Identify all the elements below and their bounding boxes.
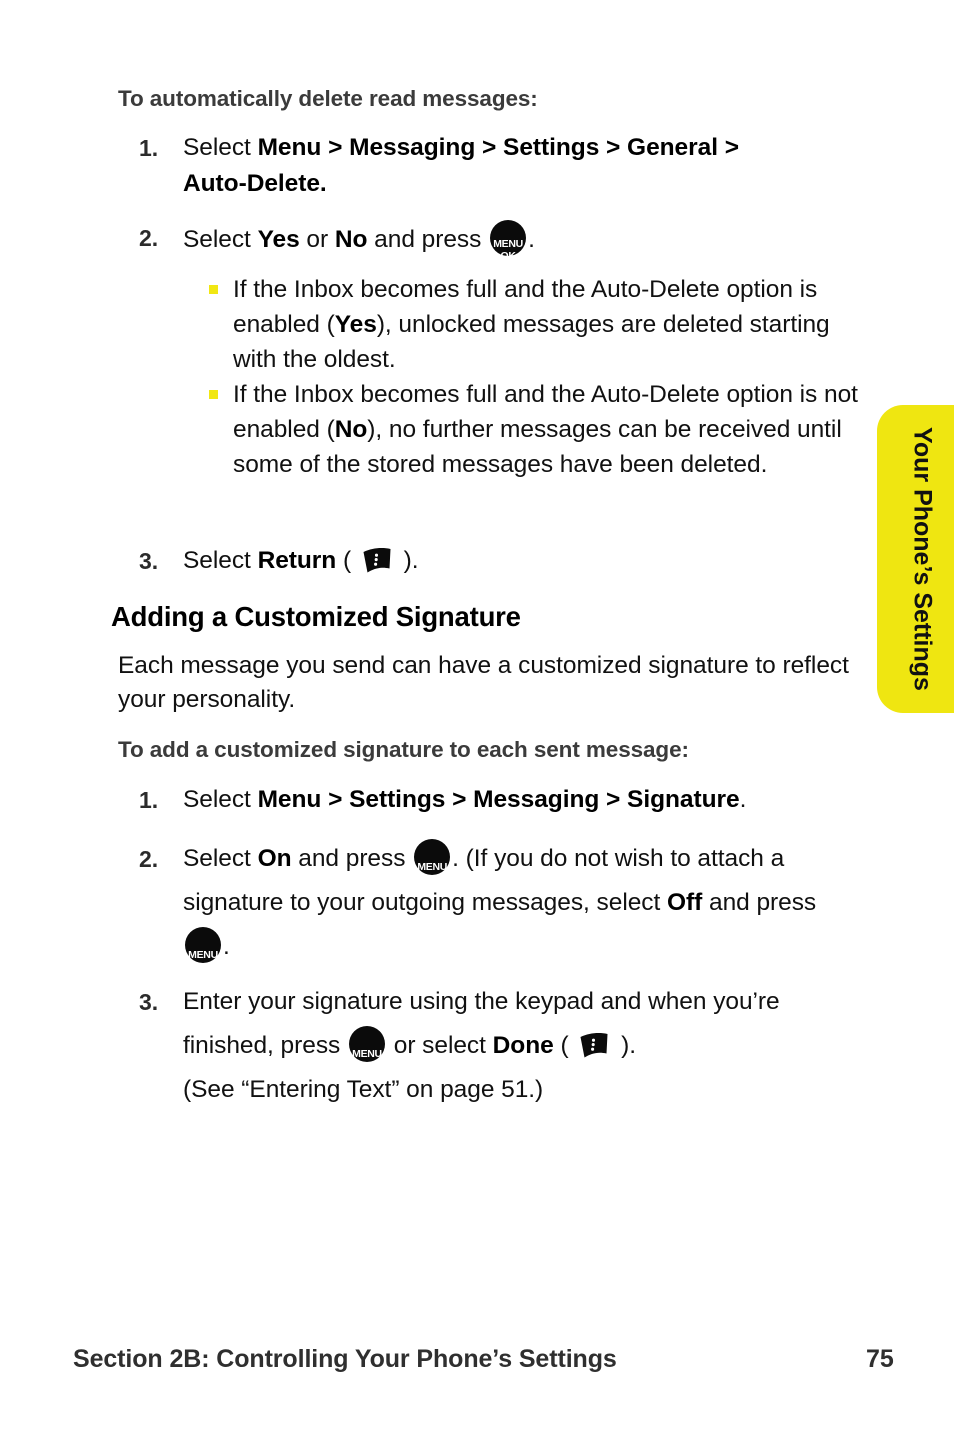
text-run: Select Menu > Settings > Messaging > Sig… bbox=[183, 786, 747, 813]
step-number: 3. bbox=[139, 989, 159, 1015]
step-signature-3: 3. Enter your signature using the keypad… bbox=[139, 980, 861, 1112]
section-heading-adding-signature: Adding a Customized Signature bbox=[111, 601, 521, 632]
step-auto-delete-3: 3. Select Return ( ). bbox=[139, 543, 603, 579]
menu-ok-key-icon: MENU OK bbox=[414, 839, 451, 885]
step-text: Select Menu > Messaging > Settings > Gen… bbox=[183, 134, 739, 197]
bullet-text: If the Inbox becomes full and the Auto-D… bbox=[233, 276, 830, 373]
step-text: Select On and press MENU OK. (If you do n… bbox=[183, 839, 816, 973]
step-text: Select Return ( ). bbox=[183, 546, 419, 576]
bullet-text: If the Inbox becomes full and the Auto-D… bbox=[233, 381, 858, 478]
step-text: Select Yes or No and press MENU OK. bbox=[183, 220, 535, 262]
step-signature-1: 1. Select Menu > Settings > Messaging > … bbox=[139, 782, 803, 818]
step-signature-2: 2. Select On and press MENU OK. (If you d… bbox=[139, 837, 861, 973]
subhead-auto-delete: To automatically delete read messages: bbox=[118, 86, 538, 111]
menu-ok-key-icon: MENU OK bbox=[185, 927, 221, 973]
step-text: Select Menu > Settings > Messaging > Sig… bbox=[183, 786, 746, 813]
menu-ok-key-icon: MENU OK bbox=[348, 1026, 385, 1072]
softkey-icon bbox=[360, 546, 394, 576]
menu-ok-label-bottom: OK bbox=[359, 1060, 375, 1072]
side-thumb-tab: Your Phone’s Settings bbox=[877, 405, 954, 713]
step-text: Enter your signature using the keypad an… bbox=[183, 988, 780, 1103]
text-run: If the Inbox becomes full and the Auto-D… bbox=[233, 381, 858, 478]
text-run: If the Inbox becomes full and the Auto-D… bbox=[233, 276, 830, 373]
step-auto-delete-2: 2. Select Yes or No and press MENU OK. bbox=[139, 220, 803, 262]
text-run: or select Done ( bbox=[386, 1032, 576, 1059]
footer-section-title: Section 2B: Controlling Your Phone’s Set… bbox=[73, 1345, 617, 1373]
menu-ok-key-icon: MENU OK bbox=[490, 220, 527, 262]
text-run: . bbox=[528, 226, 535, 253]
bullet-auto-delete-2: If the Inbox becomes full and the Auto-D… bbox=[209, 377, 865, 482]
footer-page-number: 75 bbox=[866, 1345, 894, 1373]
text-run: Select Menu > Messaging > Settings > Gen… bbox=[183, 134, 739, 197]
step-number: 3. bbox=[139, 548, 159, 574]
document-page: Your Phone’s Settings To automatically d… bbox=[0, 0, 954, 1431]
text-run: Select Yes or No and press bbox=[183, 226, 489, 253]
step-number: 2. bbox=[139, 846, 159, 872]
bullet-auto-delete-1: If the Inbox becomes full and the Auto-D… bbox=[209, 272, 863, 377]
text-run: . bbox=[223, 933, 230, 960]
step-number: 1. bbox=[139, 787, 159, 813]
step-number: 2. bbox=[139, 225, 159, 251]
text-run: ). bbox=[396, 547, 419, 574]
text-run: Select On and press bbox=[183, 845, 413, 872]
step-number: 1. bbox=[139, 135, 159, 161]
subhead-add-signature: To add a customized signature to each se… bbox=[118, 737, 689, 762]
softkey-icon bbox=[577, 1031, 611, 1061]
square-bullet-icon bbox=[209, 390, 218, 399]
paragraph-signature-intro: Each message you send can have a customi… bbox=[118, 652, 849, 713]
text-run: Select Return ( bbox=[183, 547, 358, 574]
side-tab-label: Your Phone’s Settings bbox=[908, 427, 937, 691]
menu-ok-label-bottom: OK bbox=[500, 250, 516, 262]
square-bullet-icon bbox=[209, 285, 218, 294]
step-auto-delete-1: 1. Select Menu > Messaging > Settings > … bbox=[139, 130, 743, 202]
menu-ok-label-bottom: OK bbox=[424, 873, 440, 885]
